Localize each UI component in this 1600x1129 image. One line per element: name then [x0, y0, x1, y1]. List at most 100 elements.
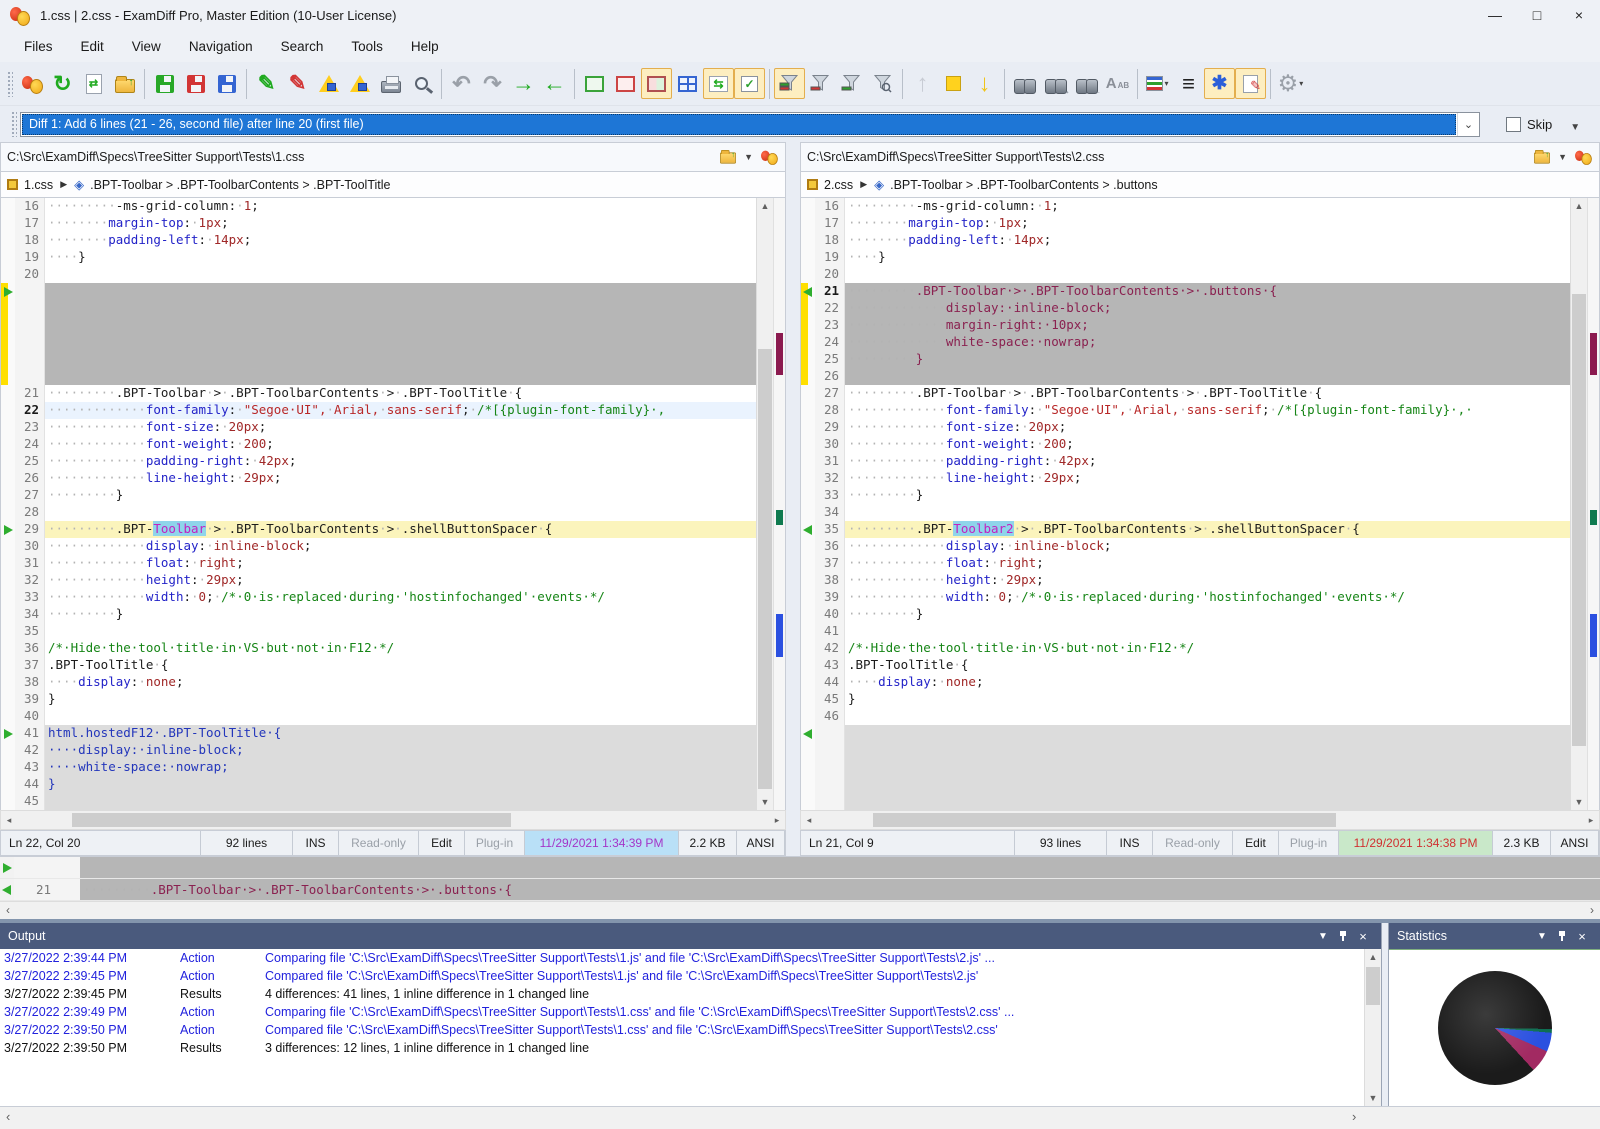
- filter-all-differences-button[interactable]: [774, 68, 805, 99]
- filter-added-button[interactable]: [836, 68, 867, 99]
- view-layout-button[interactable]: ▾: [1142, 68, 1173, 99]
- status-insert-mode[interactable]: INS: [1107, 831, 1153, 855]
- code-line[interactable]: 27·········}: [1, 487, 756, 504]
- menu-item-view[interactable]: View: [118, 33, 175, 60]
- save-as-first-button[interactable]: [313, 68, 344, 99]
- scroll-up-icon[interactable]: ▲: [1571, 198, 1587, 214]
- diff-map-mark[interactable]: [776, 510, 783, 525]
- first-file-vertical-scrollbar[interactable]: ▲ ▼: [756, 198, 773, 810]
- code-line[interactable]: 30·············font-weight:·200;: [801, 436, 1570, 453]
- scrollbar-thumb[interactable]: [72, 813, 511, 827]
- scroll-left-icon[interactable]: ‹: [6, 1109, 10, 1124]
- diff-map-mark[interactable]: [1590, 333, 1597, 376]
- output-log-row[interactable]: 3/27/2022 2:39:45 PMResults4 differences…: [0, 985, 1364, 1003]
- scroll-down-icon[interactable]: ▼: [757, 794, 773, 810]
- save-second-file-button[interactable]: [180, 68, 211, 99]
- diff-selector-combobox[interactable]: Diff 1: Add 6 lines (21 - 26, second fil…: [20, 112, 1480, 137]
- breadcrumb-file-label[interactable]: 1.css: [24, 178, 53, 192]
- code-line[interactable]: 32·············height:·29px;: [1, 572, 756, 589]
- scroll-left-icon[interactable]: ◂: [1, 811, 17, 829]
- show-identical-view-button[interactable]: [579, 68, 610, 99]
- save-first-file-button[interactable]: [149, 68, 180, 99]
- code-line[interactable]: 41html.hostedF12·.BPT-ToolTitle·{: [1, 725, 756, 742]
- status-plug-in[interactable]: Plug-in: [1279, 831, 1339, 855]
- code-line[interactable]: 43····white-space:·nowrap;: [1, 759, 756, 776]
- code-line[interactable]: 25·············padding-right:·42px;: [1, 453, 756, 470]
- find-next-button[interactable]: →: [1040, 68, 1071, 99]
- status-insert-mode[interactable]: INS: [293, 831, 339, 855]
- scroll-right-icon[interactable]: ▸: [769, 811, 785, 829]
- output-log-row[interactable]: 3/27/2022 2:39:50 PMActionCompared file …: [0, 1021, 1364, 1039]
- status-plug-in[interactable]: Plug-in: [465, 831, 525, 855]
- code-line[interactable]: 38····display:·none;: [1, 674, 756, 691]
- diff-marker-icon[interactable]: [803, 287, 812, 297]
- minimize-button[interactable]: —: [1474, 0, 1516, 30]
- status-edit-mode[interactable]: Edit: [419, 831, 465, 855]
- code-line[interactable]: 17········margin-top:·1px;: [1, 215, 756, 232]
- code-line[interactable]: 33·········}: [801, 487, 1570, 504]
- output-log-row[interactable]: 3/27/2022 2:39:44 PMActionComparing file…: [0, 949, 1364, 967]
- bottom-horizontal-scrollbar[interactable]: ‹ ›: [0, 1106, 1600, 1129]
- code-line[interactable]: 32·············line-height:·29px;: [801, 470, 1570, 487]
- scroll-up-icon[interactable]: ▲: [757, 198, 773, 214]
- chevron-down-icon[interactable]: ▼: [744, 152, 753, 162]
- scroll-right-icon[interactable]: ›: [1352, 1109, 1356, 1124]
- pane-divider[interactable]: [786, 142, 800, 856]
- preview-first-file-line[interactable]: [0, 857, 1600, 879]
- find-button[interactable]: [1009, 68, 1040, 99]
- redo-button[interactable]: ↷: [477, 68, 508, 99]
- second-file-diff-map[interactable]: [1587, 198, 1599, 810]
- code-line[interactable]: 16·········-ms-grid-column:·1;: [1, 198, 756, 215]
- code-line[interactable]: 30·············display:·inline-block;: [1, 538, 756, 555]
- line-details-button[interactable]: ≡: [1173, 68, 1204, 99]
- code-line[interactable]: 23·············margin-right:·10px;: [801, 317, 1570, 334]
- close-button[interactable]: ×: [1558, 0, 1600, 30]
- diff-map-mark[interactable]: [776, 333, 783, 376]
- first-file-diff-map[interactable]: [773, 198, 785, 810]
- toolbar-grip[interactable]: [7, 71, 13, 97]
- diff-marker-icon[interactable]: [4, 287, 13, 297]
- code-line[interactable]: 31·············float:·right;: [1, 555, 756, 572]
- code-line[interactable]: 20: [1, 266, 756, 283]
- code-line[interactable]: 28: [1, 504, 756, 521]
- output-log-row[interactable]: 3/27/2022 2:39:45 PMActionCompared file …: [0, 967, 1364, 985]
- output-vertical-scrollbar[interactable]: ▲ ▼: [1364, 949, 1381, 1106]
- diff-map-mark[interactable]: [1590, 614, 1597, 657]
- scrollbar-thumb[interactable]: [758, 349, 772, 790]
- open-first-file-icon[interactable]: [720, 152, 736, 163]
- code-line[interactable]: 21·········.BPT-Toolbar·>·.BPT-ToolbarCo…: [801, 283, 1570, 300]
- code-line[interactable]: 34: [801, 504, 1570, 521]
- toolbar-overflow-icon[interactable]: ▼: [1570, 122, 1580, 133]
- diff-map-mark[interactable]: [776, 614, 783, 657]
- scrollbar-thumb[interactable]: [873, 813, 1336, 827]
- code-line[interactable]: 45: [1, 793, 756, 810]
- skip-checkbox[interactable]: [1506, 117, 1521, 132]
- scrollbar-thumb[interactable]: [1572, 294, 1586, 747]
- code-line[interactable]: 24·············font-weight:·200;: [1, 436, 756, 453]
- code-line[interactable]: 21·········.BPT-Toolbar·>·.BPT-ToolbarCo…: [1, 385, 756, 402]
- code-line[interactable]: 29·········.BPT-Toolbar·>·.BPT-ToolbarCo…: [1, 521, 756, 538]
- code-line[interactable]: 43.BPT-ToolTitle·{: [801, 657, 1570, 674]
- code-line[interactable]: 40·········}: [801, 606, 1570, 623]
- print-preview-button[interactable]: [406, 68, 437, 99]
- settings-gear-button[interactable]: ⚙▾: [1275, 68, 1306, 99]
- recompare-icon[interactable]: [1575, 150, 1591, 164]
- status-edit-mode[interactable]: Edit: [1233, 831, 1279, 855]
- close-icon[interactable]: ×: [1353, 929, 1373, 944]
- code-line[interactable]: 46: [801, 708, 1570, 725]
- filter-deleted-button[interactable]: [805, 68, 836, 99]
- match-case-button[interactable]: AAB: [1102, 68, 1133, 99]
- code-line[interactable]: 28·············font-family:·"Segoe·UI",·…: [801, 402, 1570, 419]
- code-line[interactable]: 25·········}: [801, 351, 1570, 368]
- code-line[interactable]: 36/*·Hide·the·tool·title·in·VS·but·not·i…: [1, 640, 756, 657]
- find-previous-button[interactable]: ←: [1071, 68, 1102, 99]
- code-line[interactable]: 35·········.BPT-Toolbar2·>·.BPT-ToolbarC…: [801, 521, 1570, 538]
- recompare-icon[interactable]: [761, 150, 777, 164]
- diff-marker-icon[interactable]: [803, 525, 812, 535]
- code-line[interactable]: 37·············float:·right;: [801, 555, 1570, 572]
- code-line[interactable]: 44····display:·none;: [801, 674, 1570, 691]
- split-view-button[interactable]: [641, 68, 672, 99]
- swap-panes-button[interactable]: ⇄: [78, 68, 109, 99]
- code-line[interactable]: 19····}: [801, 249, 1570, 266]
- pin-icon[interactable]: [1333, 930, 1353, 942]
